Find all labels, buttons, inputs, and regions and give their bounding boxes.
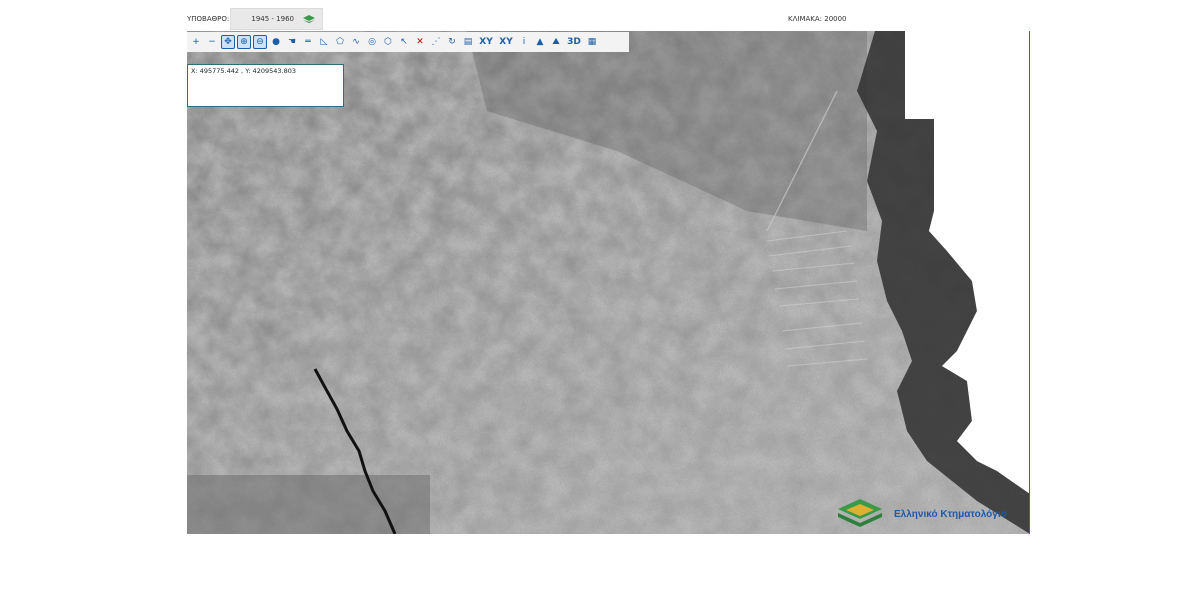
user-icon[interactable]: ● bbox=[269, 35, 283, 49]
polygon-select-icon[interactable]: ⬡ bbox=[381, 35, 395, 49]
coordinates-readout: X: 495775.442 , Y: 4209543.803 bbox=[191, 67, 296, 75]
document-icon[interactable]: ▤ bbox=[461, 35, 475, 49]
basemap-value: 1945 - 1960 bbox=[251, 15, 294, 23]
cadastre-logo-icon bbox=[838, 499, 882, 527]
layers-icon bbox=[302, 14, 316, 24]
profile-icon[interactable]: ▲ bbox=[533, 35, 547, 49]
header-bar: ΥΠΟΒΑΘΡΟ: 1945 - 1960 ΚΛΙΜΑΚΑ: 20000 bbox=[0, 8, 1191, 30]
draw-points-icon[interactable]: ⋰ bbox=[429, 35, 443, 49]
draw-line-icon[interactable]: ∿ bbox=[349, 35, 363, 49]
clear-icon[interactable]: ✕ bbox=[413, 35, 427, 49]
layers-panel-icon[interactable]: ▦ bbox=[585, 35, 599, 49]
zoom-box-in-icon[interactable]: ⊕ bbox=[237, 35, 251, 49]
coordinates-panel: X: 495775.442 , Y: 4209543.803 bbox=[187, 64, 344, 107]
3d-view-icon[interactable]: 3D bbox=[565, 35, 583, 49]
measure-angle-icon[interactable]: ◺ bbox=[317, 35, 331, 49]
xy-goto-icon[interactable]: XY bbox=[477, 35, 495, 49]
target-icon[interactable]: ◎ bbox=[365, 35, 379, 49]
xy-locate-icon[interactable]: XY bbox=[497, 35, 515, 49]
logo-text: Ελληνικό Κτηματολόγιο bbox=[894, 509, 1007, 520]
cadastre-logo: Ελληνικό Κτηματολόγιο bbox=[830, 495, 1030, 531]
pan-icon[interactable]: ✥ bbox=[221, 35, 235, 49]
map-toolbar: + − ✥ ⊕ ⊖ ● ☚ ═ ◺ ⬠ ∿ ◎ ⬡ ↖ ✕ ⋰ ↻ ▤ XY XY i ▲ ⛰ 3D ▦ bbox=[187, 32, 629, 52]
pointer-hand-icon[interactable]: ☚ bbox=[285, 35, 299, 49]
scale-label: ΚΛΙΜΑΚΑ: 20000 bbox=[788, 15, 847, 23]
basemap-select[interactable]: 1945 - 1960 bbox=[230, 8, 323, 30]
zoom-box-out-icon[interactable]: ⊖ bbox=[253, 35, 267, 49]
measure-area-icon[interactable]: ⬠ bbox=[333, 35, 347, 49]
measure-line-icon[interactable]: ═ bbox=[301, 35, 315, 49]
basemap-label: ΥΠΟΒΑΘΡΟ: bbox=[187, 15, 230, 23]
terrain-icon[interactable]: ⛰ bbox=[549, 35, 563, 49]
refresh-icon[interactable]: ↻ bbox=[445, 35, 459, 49]
info-icon[interactable]: i bbox=[517, 35, 531, 49]
zoom-out-icon[interactable]: − bbox=[205, 35, 219, 49]
zoom-in-icon[interactable]: + bbox=[189, 35, 203, 49]
select-arrow-icon[interactable]: ↖ bbox=[397, 35, 411, 49]
